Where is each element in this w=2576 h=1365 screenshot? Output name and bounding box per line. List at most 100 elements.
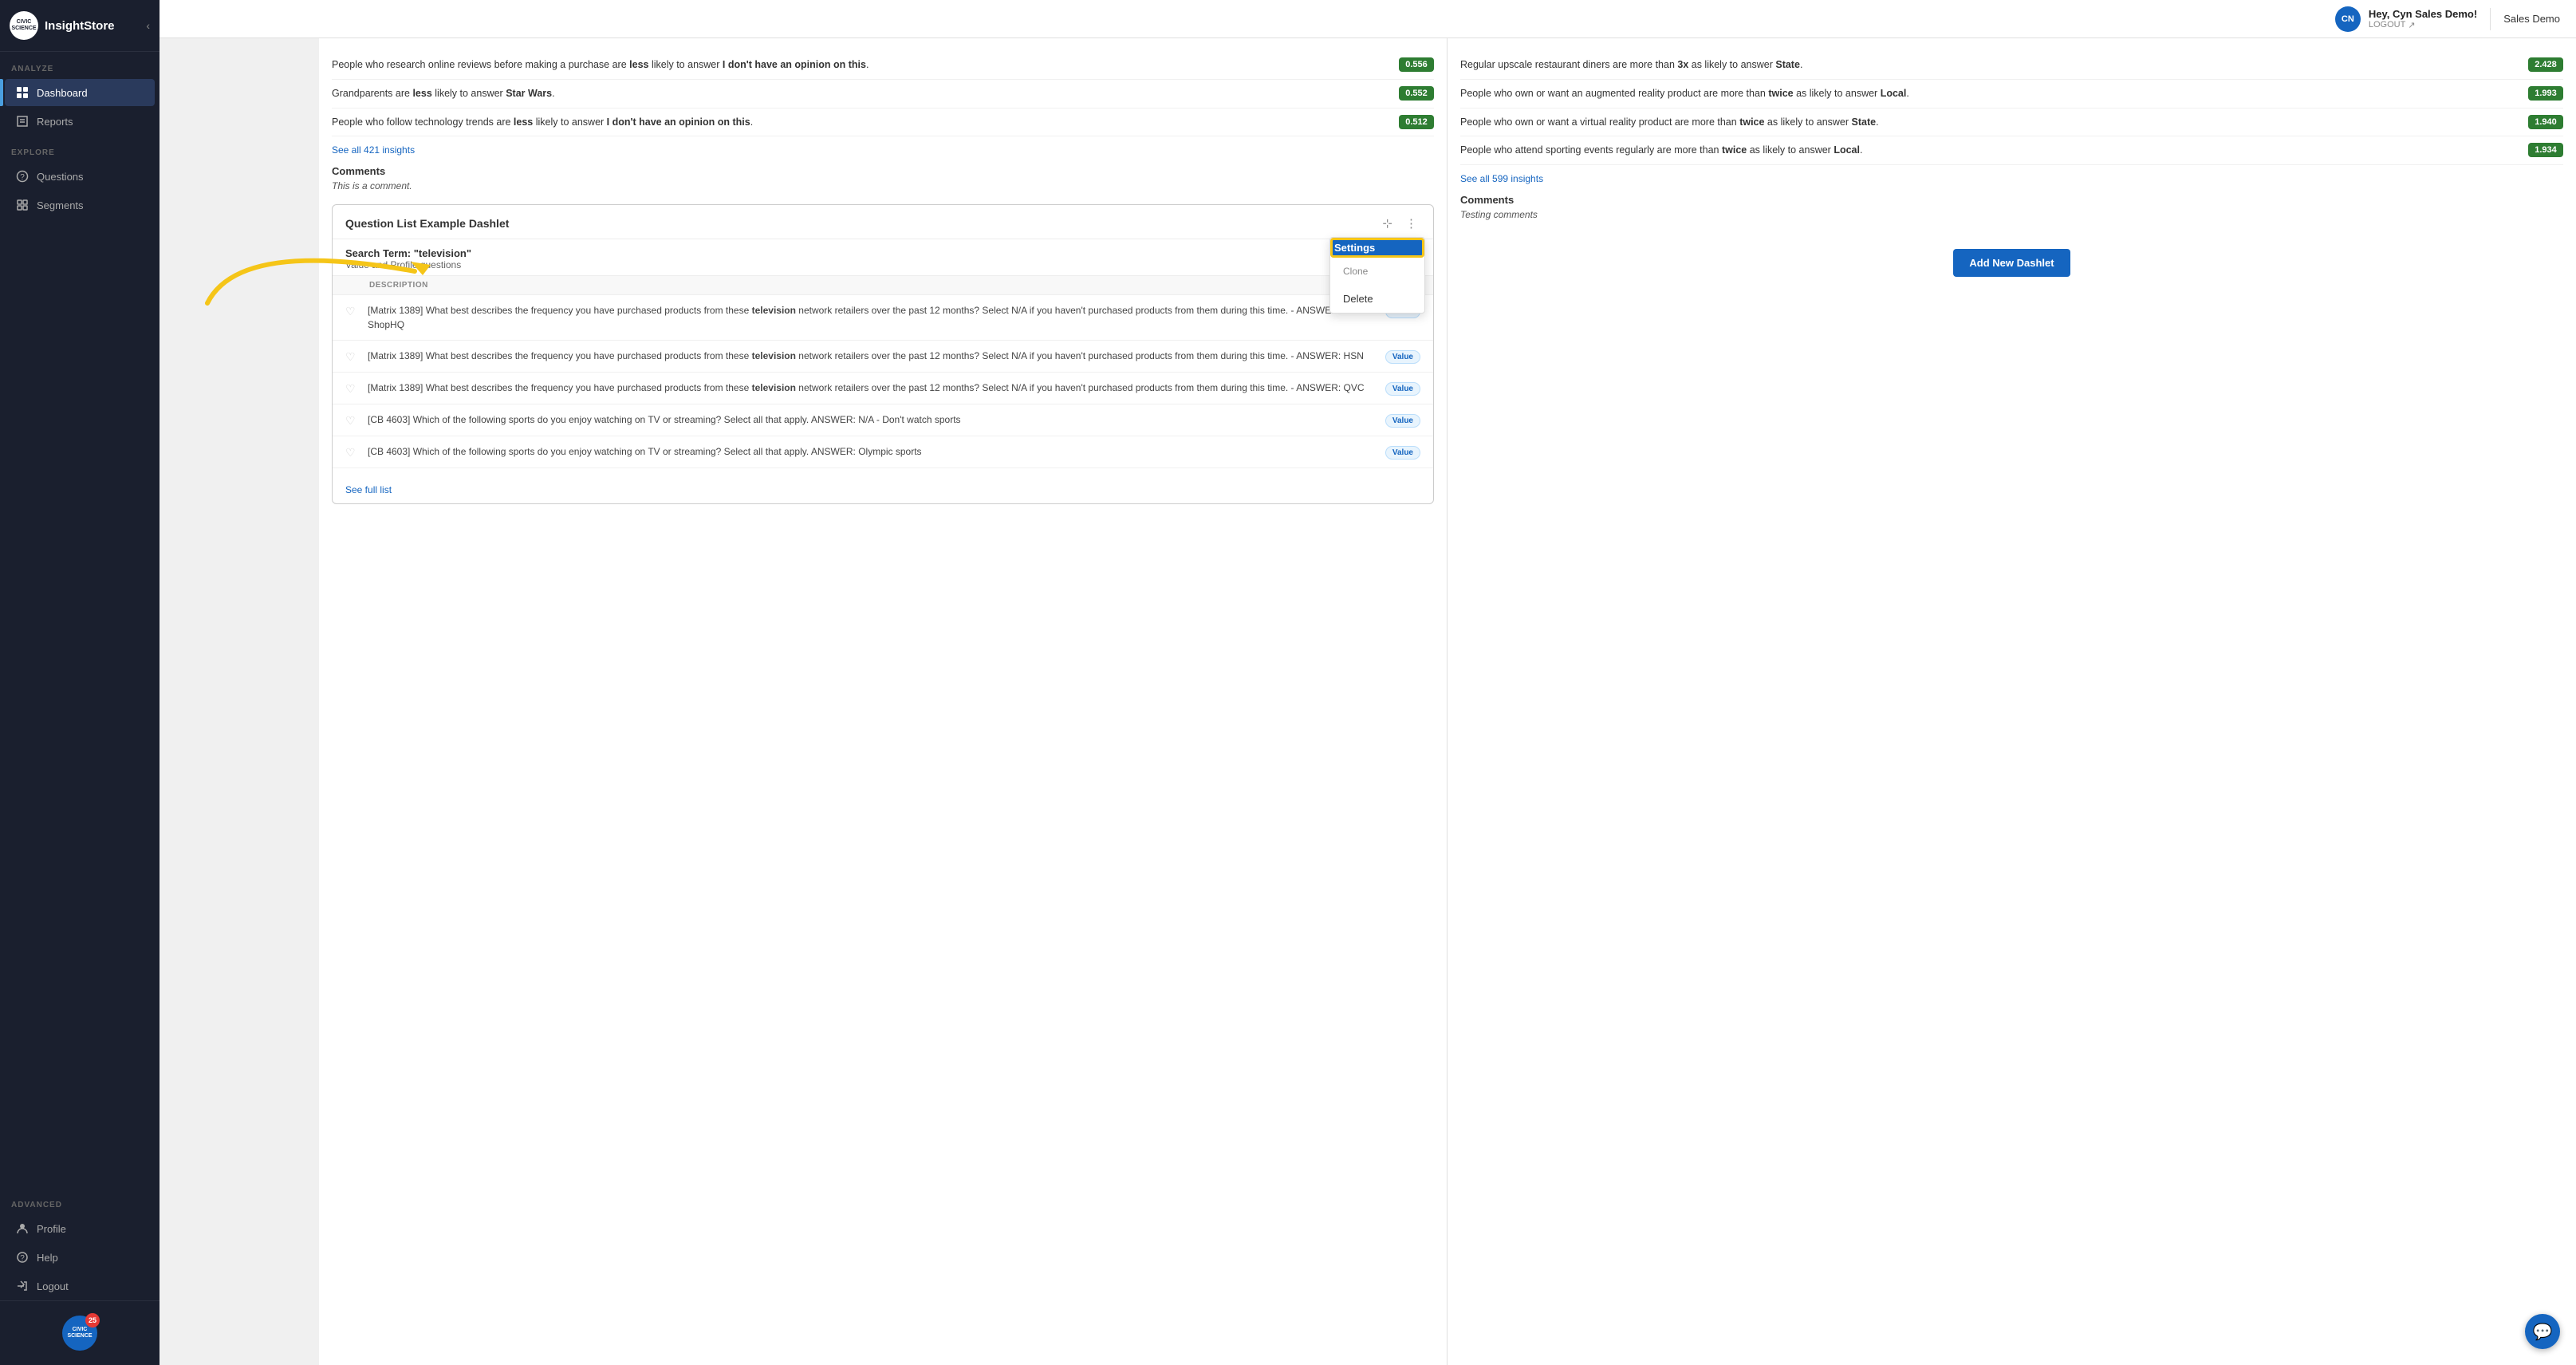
segments-icon — [16, 199, 29, 211]
search-term: Search Term: "television" — [345, 247, 1420, 259]
profile-label: Profile — [37, 1223, 66, 1235]
dashlet-title: Question List Example Dashlet — [345, 217, 509, 230]
insight-item: People who follow technology trends are … — [332, 108, 1434, 137]
question-text: [Matrix 1389] What best describes the fr… — [368, 381, 1379, 395]
questions-icon: ? — [16, 170, 29, 183]
left-comments-section: Comments This is a comment. — [332, 165, 1434, 191]
civic-badge[interactable]: CIVICSCIENCE 25 — [62, 1316, 97, 1351]
sidebar-item-help[interactable]: ? Help — [5, 1244, 155, 1271]
add-new-dashlet-button[interactable]: Add New Dashlet — [1953, 249, 2070, 277]
insight-text: Regular upscale restaurant diners are mo… — [1460, 57, 2519, 73]
value-tag: Value — [1385, 414, 1420, 428]
sidebar-bottom: CIVICSCIENCE 25 — [0, 1300, 160, 1365]
logout-button[interactable]: LOGOUT ↗ — [2369, 20, 2477, 30]
dashlet-header: Question List Example Dashlet ⊹ ⋮ — [333, 205, 1433, 239]
sidebar-logo: CIVICSCIENCE InsightStore ‹ — [0, 0, 160, 52]
reports-icon — [16, 115, 29, 128]
comments-title: Comments — [1460, 194, 2563, 206]
insight-score: 1.993 — [2528, 86, 2563, 101]
civic-science-logo: CIVICSCIENCE — [10, 11, 38, 40]
comments-title: Comments — [332, 165, 1434, 177]
dashlet-move-button[interactable]: ⊹ — [1379, 215, 1396, 232]
heart-icon[interactable]: ♡ — [345, 382, 361, 396]
left-panel: People who research online reviews befor… — [319, 38, 1448, 1365]
insight-item: Regular upscale restaurant diners are mo… — [1460, 51, 2563, 80]
user-initials: CN — [2342, 14, 2354, 24]
reports-label: Reports — [37, 116, 73, 128]
header-user: CN Hey, Cyn Sales Demo! LOGOUT ↗ — [2335, 6, 2477, 32]
question-row: ♡ [Matrix 1389] What best describes the … — [333, 373, 1433, 404]
question-list-dashlet: Question List Example Dashlet ⊹ ⋮ Settin… — [332, 204, 1434, 504]
questions-label: Questions — [37, 171, 84, 183]
see-full-list-link[interactable]: See full list — [345, 484, 1420, 495]
comments-text: Testing comments — [1460, 209, 2563, 220]
collapse-sidebar-button[interactable]: ‹ — [146, 19, 150, 32]
heart-icon[interactable]: ♡ — [345, 350, 361, 364]
sidebar-item-dashboard[interactable]: Dashboard — [5, 79, 155, 106]
insight-item: People who own or want an augmented real… — [1460, 80, 2563, 108]
question-row: ♡ [CB 4603] Which of the following sport… — [333, 404, 1433, 436]
svg-text:?: ? — [20, 1254, 25, 1263]
user-avatar: CN — [2335, 6, 2361, 32]
analyze-section-label: ANALYZE — [0, 52, 160, 78]
delete-menu-item[interactable]: Delete — [1330, 285, 1424, 313]
dashlet-dropdown-menu: Settings Clone Delete — [1329, 237, 1425, 314]
clone-menu-item[interactable]: Clone — [1330, 258, 1424, 285]
question-text: [CB 4603] Which of the following sports … — [368, 444, 1379, 459]
insight-text: People who follow technology trends are … — [332, 115, 1389, 130]
advanced-section-label: ADVANCED — [0, 1188, 160, 1214]
question-text: [Matrix 1389] What best describes the fr… — [368, 303, 1379, 332]
question-row: ♡ [CB 4603] Which of the following sport… — [333, 436, 1433, 468]
dashlet-menu-button[interactable]: ⋮ — [1402, 215, 1420, 232]
left-insights-list: People who research online reviews befor… — [332, 51, 1434, 136]
insight-text: People who attend sporting events regula… — [1460, 143, 2519, 158]
heart-icon[interactable]: ♡ — [345, 414, 361, 428]
sidebar: CIVICSCIENCE InsightStore ‹ ANALYZE Dash… — [0, 0, 160, 1365]
profile-icon — [16, 1222, 29, 1235]
logout-icon — [16, 1280, 29, 1292]
chat-button[interactable]: 💬 — [2525, 1314, 2560, 1349]
insight-score: 1.940 — [2528, 115, 2563, 129]
col-heart — [345, 281, 369, 290]
question-text: [Matrix 1389] What best describes the fr… — [368, 349, 1379, 363]
right-comments-section: Comments Testing comments — [1460, 194, 2563, 220]
settings-menu-item[interactable]: Settings — [1330, 238, 1424, 258]
insight-score: 0.512 — [1399, 115, 1434, 129]
question-row: ♡ [Matrix 1389] What best describes the … — [333, 295, 1433, 341]
question-text: [CB 4603] Which of the following sports … — [368, 412, 1379, 427]
value-tag: Value — [1385, 350, 1420, 364]
chat-icon: 💬 — [2533, 1322, 2553, 1342]
insight-item: People who own or want a virtual reality… — [1460, 108, 2563, 137]
sidebar-item-profile[interactable]: Profile — [5, 1215, 155, 1242]
insight-item: People who attend sporting events regula… — [1460, 136, 2563, 165]
svg-text:?: ? — [20, 173, 25, 182]
help-label: Help — [37, 1252, 58, 1264]
header-divider — [2490, 8, 2491, 30]
col-description-header: DESCRIPTION — [369, 281, 1373, 290]
see-all-599-link[interactable]: See all 599 insights — [1460, 173, 2563, 184]
sidebar-item-questions[interactable]: ? Questions — [5, 163, 155, 190]
segments-label: Segments — [37, 199, 84, 211]
value-tag: Value — [1385, 382, 1420, 396]
heart-icon[interactable]: ♡ — [345, 305, 361, 318]
see-full-list: See full list — [333, 468, 1433, 503]
insight-score: 0.552 — [1399, 86, 1434, 101]
see-all-421-link[interactable]: See all 421 insights — [332, 144, 1434, 156]
insight-text: Grandparents are less likely to answer S… — [332, 86, 1389, 101]
insight-item: People who research online reviews befor… — [332, 51, 1434, 80]
insight-score: 2.428 — [2528, 57, 2563, 72]
app-name: InsightStore — [45, 19, 115, 33]
sales-demo-label: Sales Demo — [2503, 13, 2560, 25]
dashlet-search-info: Search Term: "television" Value and Prof… — [333, 239, 1433, 275]
insight-text: People who research online reviews befor… — [332, 57, 1389, 73]
sidebar-item-reports[interactable]: Reports — [5, 108, 155, 135]
dashboard-icon — [16, 86, 29, 99]
sidebar-item-segments[interactable]: Segments — [5, 191, 155, 219]
heart-icon[interactable]: ♡ — [345, 446, 361, 460]
dashlet-table-header: DESCRIPTION — [333, 275, 1433, 295]
sidebar-item-logout[interactable]: Logout — [5, 1272, 155, 1300]
search-sub: Value and Profile questions — [345, 259, 1420, 270]
right-insights-list: Regular upscale restaurant diners are mo… — [1460, 51, 2563, 165]
dashboard-label: Dashboard — [37, 87, 88, 99]
explore-section-label: EXPLORE — [0, 136, 160, 162]
